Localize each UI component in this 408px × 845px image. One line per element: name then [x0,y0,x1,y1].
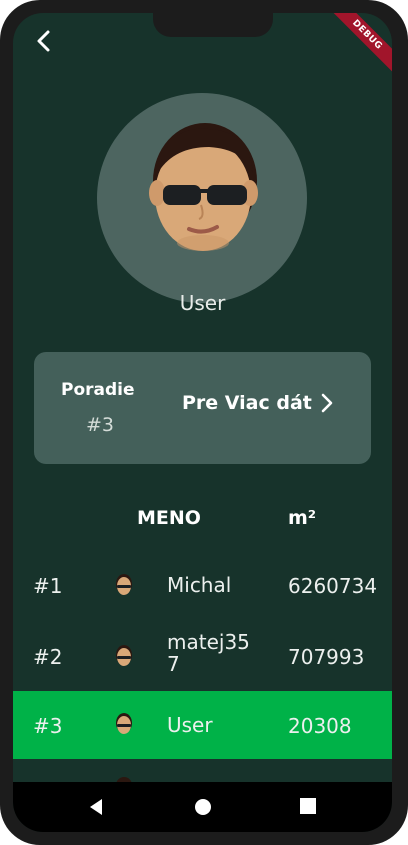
phone-frame: DEBUG User Poradie #3 Pre Viac dát MENO … [0,0,408,845]
user-avatar-icon [116,713,132,734]
row-rank: #1 [33,574,63,598]
table-row[interactable]: #1 Michal 6260734 [13,552,392,620]
avatar-face-icon [149,123,258,251]
row-name: matej357 [167,630,250,676]
more-data-button[interactable]: Pre Viac dát [182,392,334,414]
rank-card: Poradie #3 Pre Viac dát [34,352,371,464]
chevron-left-icon [37,30,50,52]
rank-value: #3 [86,414,115,436]
nav-recents-icon[interactable] [299,797,317,815]
profile-avatar [97,93,307,303]
column-header-name: MENO [137,507,201,529]
column-header-area: m² [288,507,317,529]
more-data-label: Pre Viac dát [182,392,312,414]
rank-title: Poradie [61,380,135,400]
row-name: User [167,713,213,737]
user-avatar-icon [116,574,132,595]
system-nav-bar [13,782,392,832]
nav-back-icon[interactable] [87,797,105,817]
row-score: 6260734 [288,574,378,598]
profile-name: User [179,291,226,315]
row-rank: #3 [33,714,63,738]
camera-notch [153,13,273,37]
debug-banner: DEBUG [322,13,392,80]
back-button[interactable] [31,28,57,54]
table-row[interactable]: #2 matej357 707993 [13,621,392,689]
row-name: Michal [167,573,232,597]
row-score: 20308 [288,714,352,738]
row-score: 707993 [288,645,365,669]
nav-home-icon[interactable] [193,797,213,817]
row-rank: #2 [33,645,63,669]
table-row-current-user[interactable]: #3 User 20308 [13,691,392,759]
app-screen: DEBUG User Poradie #3 Pre Viac dát MENO … [13,13,392,832]
chevron-right-icon [321,393,333,413]
user-avatar-icon [116,645,132,666]
